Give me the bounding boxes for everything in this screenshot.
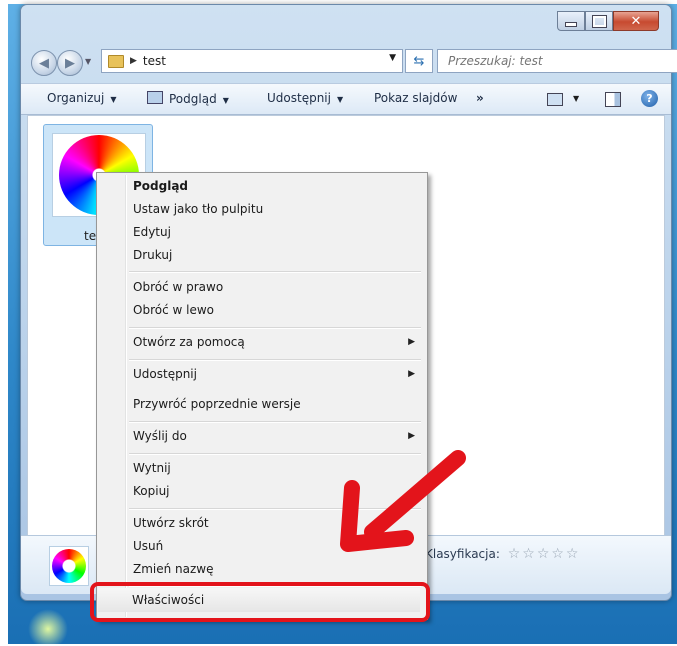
- address-bar[interactable]: ▶ test ▼: [101, 49, 403, 73]
- menu-item-preview[interactable]: Podgląd: [133, 179, 188, 193]
- back-arrow-icon: ◀: [39, 55, 49, 71]
- menu-item-copy[interactable]: Kopiuj: [133, 484, 170, 498]
- search-input[interactable]: [446, 53, 670, 69]
- chevron-down-icon: ▼: [110, 95, 117, 104]
- submenu-arrow-icon: ▶: [408, 337, 415, 347]
- menu-item-open-with[interactable]: Otwórz za pomocą: [133, 335, 245, 349]
- folder-icon: [108, 54, 124, 68]
- preview-label: Podgląd: [169, 92, 217, 106]
- change-view-icon[interactable]: [547, 93, 563, 106]
- menu-item-print[interactable]: Drukuj: [133, 248, 172, 262]
- organize-label: Organizuj: [47, 91, 105, 105]
- forward-button[interactable]: ▶: [57, 50, 83, 76]
- forward-arrow-icon: ▶: [65, 55, 75, 71]
- annotation-highlight-box: [90, 582, 430, 622]
- menu-item-set-desktop-background[interactable]: Ustaw jako tło pulpitu: [133, 202, 263, 216]
- view-options-dropdown-icon[interactable]: ▼: [573, 94, 579, 103]
- maximize-icon: [591, 14, 607, 28]
- refresh-icon: ⇆: [413, 53, 425, 69]
- menu-item-edit[interactable]: Edytuj: [133, 225, 171, 239]
- minimize-button[interactable]: [557, 11, 585, 31]
- address-dropdown-icon[interactable]: ▼: [389, 53, 396, 63]
- color-wheel-image: [52, 549, 86, 583]
- menu-item-rename[interactable]: Zmień nazwę: [133, 562, 214, 576]
- menu-item-create-shortcut[interactable]: Utwórz skrót: [133, 516, 209, 530]
- chevron-down-icon: ▼: [336, 95, 344, 104]
- minimize-icon: [565, 21, 577, 27]
- menu-item-rotate-left[interactable]: Obróć w lewo: [133, 303, 214, 317]
- breadcrumb-test[interactable]: test: [143, 54, 166, 68]
- refresh-button[interactable]: ⇆: [405, 49, 433, 73]
- close-button[interactable]: ✕: [613, 11, 659, 31]
- annotation-arrow: [340, 450, 466, 552]
- search-box[interactable]: ⚲: [437, 49, 677, 73]
- back-button[interactable]: ◀: [31, 50, 57, 76]
- menu-item-delete[interactable]: Usuń: [133, 539, 163, 553]
- more-commands-button[interactable]: »: [476, 91, 484, 105]
- desktop-glow: [28, 609, 68, 644]
- menu-separator: [129, 359, 421, 361]
- menu-item-send-to[interactable]: Wyślij do: [133, 429, 187, 443]
- file-name-label: te: [84, 229, 97, 243]
- preview-icon: [147, 91, 163, 104]
- preview-pane-icon[interactable]: [605, 92, 621, 107]
- breadcrumb-chevron-icon[interactable]: ▶: [130, 56, 137, 66]
- command-bar: Organizuj ▼ Podgląd ▼ Udostępnij ▼ Pokaz sl…: [21, 83, 671, 115]
- organize-button[interactable]: Organizuj ▼: [47, 91, 116, 105]
- navigation-row: ◀ ▶ ▼ ▶ test ▼ ⇆ ⚲: [27, 49, 677, 76]
- details-thumbnail: [49, 546, 89, 586]
- menu-item-cut[interactable]: Wytnij: [133, 461, 171, 475]
- menu-separator: [129, 421, 421, 423]
- menu-separator: [129, 271, 421, 273]
- menu-item-rotate-right[interactable]: Obróć w prawo: [133, 280, 223, 294]
- menu-item-share[interactable]: Udostępnij: [133, 367, 197, 381]
- chevron-down-icon: ▼: [222, 96, 229, 105]
- preview-button[interactable]: Podgląd ▼: [147, 91, 229, 106]
- close-icon: ✕: [630, 13, 642, 29]
- menu-gutter: [125, 175, 127, 617]
- share-label: Udostępnij: [267, 91, 331, 105]
- recent-pages-dropdown-icon[interactable]: ▼: [85, 57, 91, 66]
- rating-stars[interactable]: ☆☆☆☆☆: [508, 546, 581, 562]
- window-controls: ✕: [557, 11, 659, 31]
- submenu-arrow-icon: ▶: [408, 369, 415, 379]
- menu-separator: [129, 327, 421, 329]
- share-button[interactable]: Udostępnij ▼: [267, 91, 343, 105]
- maximize-button[interactable]: [585, 11, 613, 31]
- menu-item-restore-previous-versions[interactable]: Przywróć poprzednie wersje: [133, 397, 301, 411]
- slideshow-button[interactable]: Pokaz slajdów: [374, 91, 457, 105]
- help-icon[interactable]: ?: [641, 90, 658, 107]
